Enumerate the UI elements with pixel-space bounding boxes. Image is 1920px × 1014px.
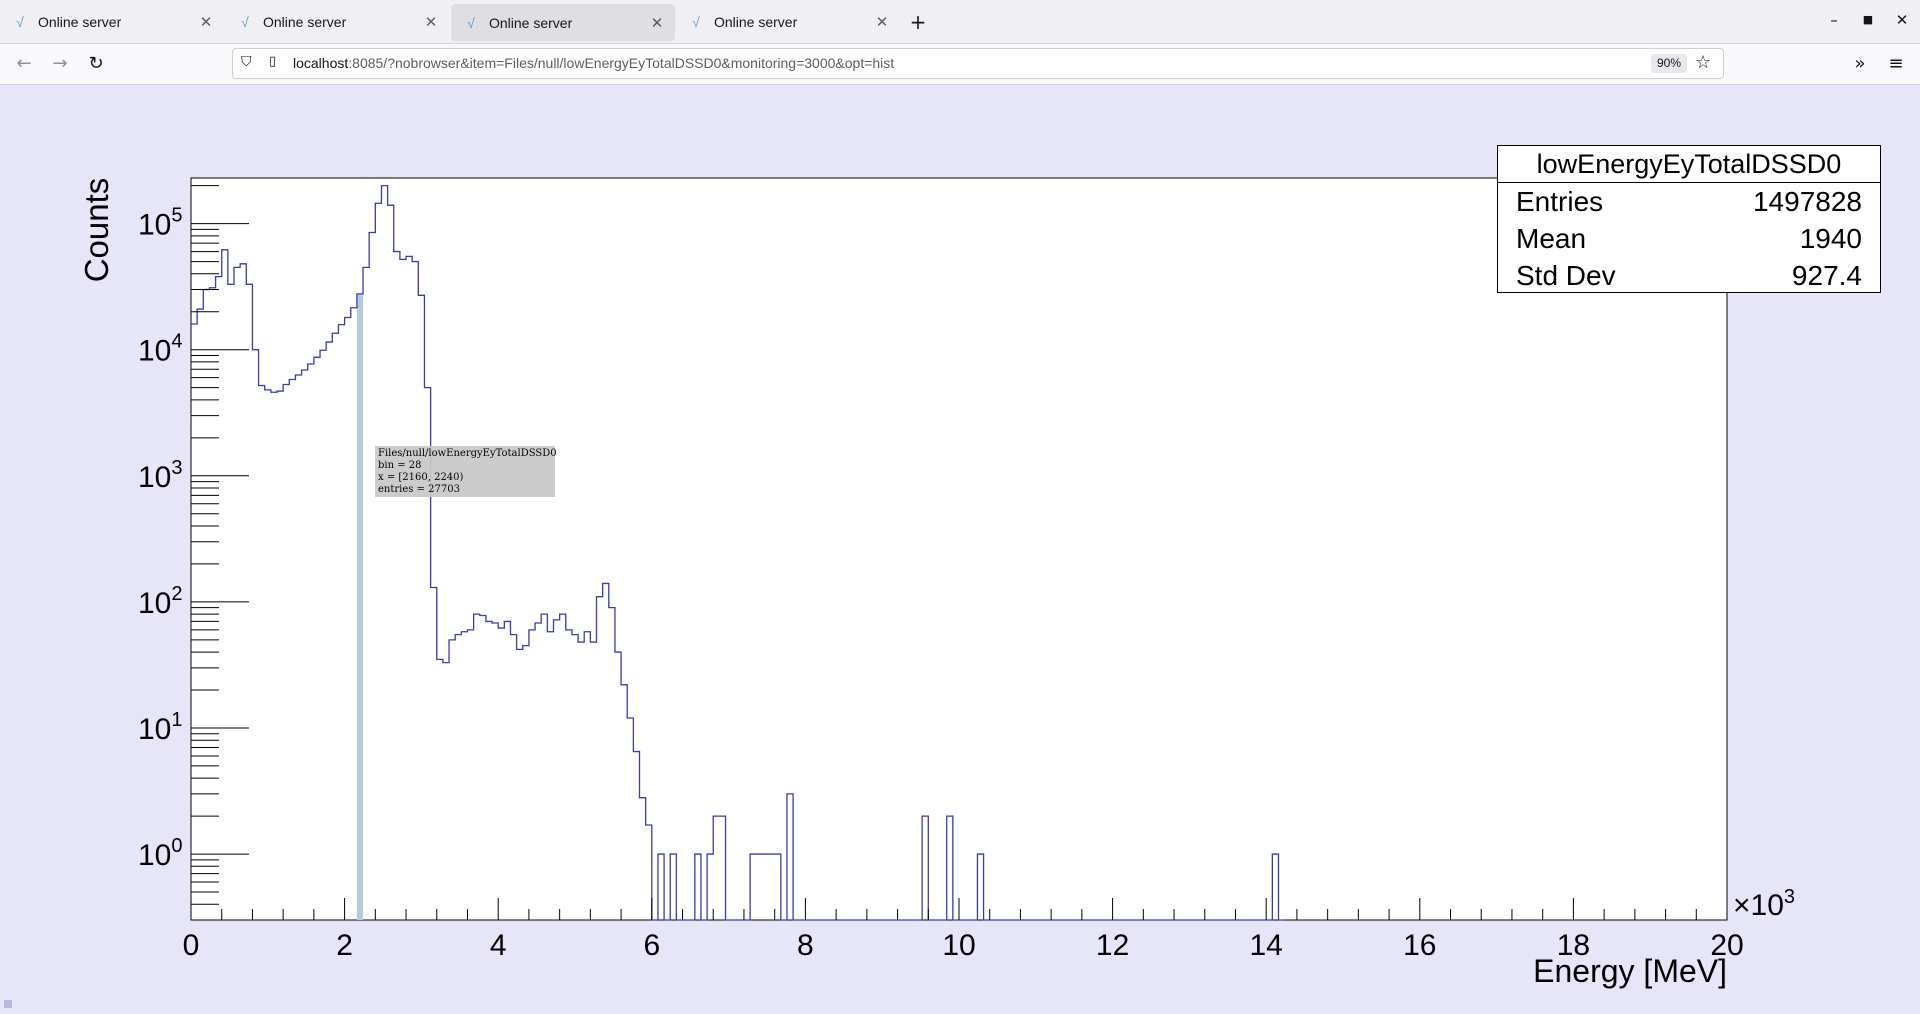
close-tab-icon[interactable]: ✕ xyxy=(647,14,667,32)
stats-label: Mean xyxy=(1516,223,1587,254)
x-tick-label: 14 xyxy=(1250,929,1283,962)
stats-row-mean: Mean 1940 xyxy=(1498,220,1880,257)
tab-label: Online server xyxy=(38,13,122,30)
maximize-icon[interactable]: ■ xyxy=(1853,13,1883,26)
url-path: :8085/?nobrowser&item=Files/null/lowEner… xyxy=(348,55,895,71)
tab-label: Online server xyxy=(489,14,573,31)
root-favicon-icon: √ xyxy=(241,13,249,30)
stats-row-stddev: Std Dev 927.4 xyxy=(1498,257,1880,294)
root-favicon-icon: √ xyxy=(16,13,24,30)
x-tick-label: 0 xyxy=(183,929,200,962)
tab-label: Online server xyxy=(263,13,347,30)
x-tick-label: 16 xyxy=(1403,929,1436,962)
back-icon[interactable]: ← xyxy=(10,52,38,76)
tooltip-object-name: Files/null/lowEnergyEyTotalDSSD0 xyxy=(378,448,557,459)
stats-label: Entries xyxy=(1516,186,1604,217)
tooltip-bin: bin = 28 xyxy=(378,460,422,471)
bookmark-star-icon[interactable]: ☆ xyxy=(1695,52,1711,73)
minimize-icon[interactable]: – xyxy=(1819,11,1849,29)
browser-tab[interactable]: √ Online server ✕ xyxy=(225,0,449,43)
x-axis-label: Energy [MeV] xyxy=(1533,953,1727,989)
reload-icon[interactable]: ↻ xyxy=(82,52,110,76)
resize-corner[interactable] xyxy=(4,1000,12,1008)
root-favicon-icon: √ xyxy=(467,14,475,31)
x-tick-label: 4 xyxy=(490,929,507,962)
close-tab-icon[interactable]: ✕ xyxy=(872,13,892,31)
y-axis-label: Counts xyxy=(78,178,115,283)
x-tick-label: 8 xyxy=(797,929,814,962)
browser-tab-active[interactable]: √ Online server ✕ xyxy=(451,4,675,41)
stats-label: Std Dev xyxy=(1516,260,1616,291)
overflow-chevron-icon[interactable]: » xyxy=(1846,52,1874,76)
zoom-badge[interactable]: 90% xyxy=(1651,54,1688,73)
close-tab-icon[interactable]: ✕ xyxy=(421,13,441,31)
bin-tooltip: Files/null/lowEnergyEyTotalDSSD0 bin = 2… xyxy=(375,446,557,497)
x-tick-label: 2 xyxy=(336,929,353,962)
tooltip-entries: entries = 27703 xyxy=(378,484,460,495)
x-tick-label: 6 xyxy=(643,929,660,962)
tab-label: Online server xyxy=(714,13,798,30)
root-favicon-icon: √ xyxy=(692,13,700,30)
forward-icon[interactable]: → xyxy=(46,52,74,76)
stats-box[interactable]: lowEnergyEyTotalDSSD0 Entries 1497828 Me… xyxy=(1497,145,1881,293)
new-tab-icon[interactable]: + xyxy=(904,8,932,36)
stats-row-entries: Entries 1497828 xyxy=(1498,183,1880,220)
tab-strip: √ Online server ✕ √ Online server ✕ √ On… xyxy=(0,0,1920,44)
stats-value: 1940 xyxy=(1799,223,1862,254)
page-icon[interactable]: ▯ xyxy=(269,54,276,69)
stats-value: 1497828 xyxy=(1752,186,1862,217)
close-window-icon[interactable]: ✕ xyxy=(1887,11,1917,29)
url-host: localhost xyxy=(293,55,349,71)
url-bar[interactable]: ⛉ ▯ localhost:8085/?nobrowser&item=Files… xyxy=(232,48,1724,79)
shield-icon[interactable]: ⛉ xyxy=(241,54,252,70)
url-text[interactable]: localhost:8085/?nobrowser&item=Files/nul… xyxy=(293,55,894,71)
tooltip-x-range: x = [2160, 2240) xyxy=(378,472,464,483)
stats-value: 927.4 xyxy=(1791,260,1862,291)
stats-title: lowEnergyEyTotalDSSD0 xyxy=(1498,146,1880,183)
x-tick-label: 10 xyxy=(942,929,975,962)
x-tick-label: 12 xyxy=(1096,929,1129,962)
close-tab-icon[interactable]: ✕ xyxy=(196,13,216,31)
menu-icon[interactable]: ≡ xyxy=(1882,52,1910,76)
browser-tab[interactable]: √ Online server ✕ xyxy=(0,0,224,43)
highlighted-bin xyxy=(356,293,364,920)
browser-tab[interactable]: √ Online server ✕ xyxy=(676,0,900,43)
navigation-bar: ← → ↻ ⛉ ▯ localhost:8085/?nobrowser&item… xyxy=(0,44,1920,85)
